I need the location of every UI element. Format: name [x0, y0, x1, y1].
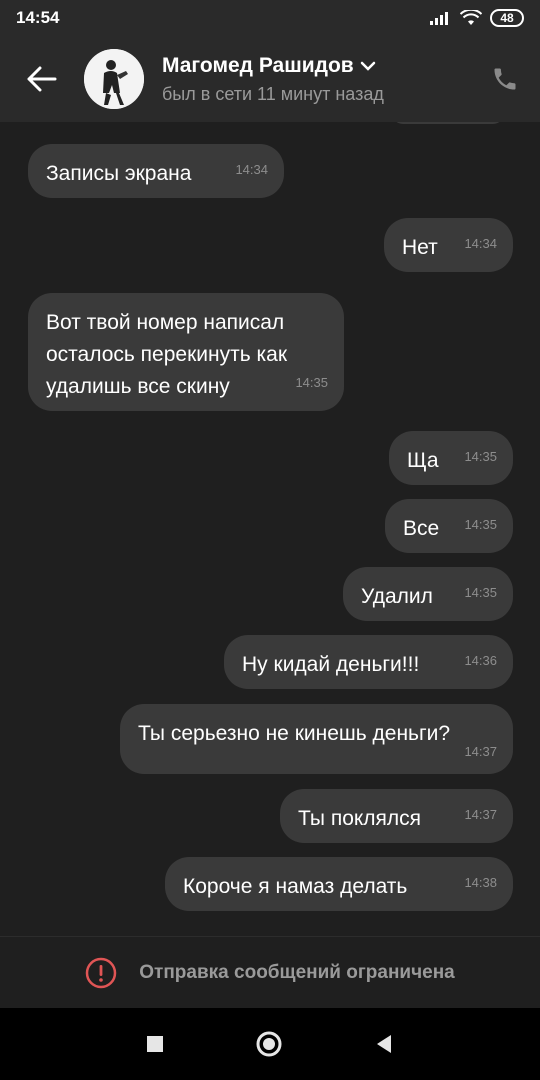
- message-bubble-outgoing[interactable]: Ты серьезно не кинешь деньги? 14:37: [120, 704, 513, 774]
- call-button[interactable]: [488, 62, 522, 96]
- status-bar: 14:54 48: [0, 0, 540, 36]
- message-bubble-outgoing[interactable]: Удалил 14:35: [343, 567, 513, 621]
- avatar-image-icon: [84, 49, 144, 109]
- message-bubble-outgoing[interactable]: Короче я намаз делать 14:38: [165, 857, 513, 911]
- status-icons: 48: [430, 9, 524, 27]
- back-nav-icon[interactable]: [373, 1033, 395, 1055]
- message-text: Короче я намаз делать: [183, 875, 408, 898]
- message-time: 14:35: [464, 517, 497, 532]
- back-button[interactable]: [12, 49, 72, 109]
- contact-name: Магомед Рашидов: [162, 53, 354, 77]
- battery-indicator: 48: [490, 9, 524, 27]
- message-time: 14:35: [295, 375, 328, 390]
- message-bubble-incoming[interactable]: Вот твой номер написал осталось перекину…: [28, 293, 344, 411]
- wifi-icon: [460, 10, 482, 25]
- message-bubble-partial: [392, 122, 504, 124]
- message-time: 14:34: [235, 162, 268, 177]
- chevron-down-icon[interactable]: [360, 61, 376, 71]
- message-bubble-incoming[interactable]: Записы экрана 14:34: [28, 144, 284, 198]
- message-list[interactable]: Записы экрана 14:34 Нет 14:34 Вот твой н…: [0, 122, 540, 936]
- system-navigation-bar: [0, 1008, 540, 1080]
- message-text: Ты серьезно не кинешь деньги?: [138, 722, 451, 745]
- message-time: 14:35: [464, 449, 497, 464]
- message-time: 14:37: [464, 744, 497, 759]
- message-time: 14:36: [464, 653, 497, 668]
- message-text: Ну кидай деньги!!!: [242, 653, 420, 676]
- phone-icon: [494, 68, 516, 90]
- message-bubble-outgoing[interactable]: Ну кидай деньги!!! 14:36: [224, 635, 513, 689]
- arrow-left-icon: [27, 66, 57, 92]
- restricted-label: Отправка сообщений ограничена: [139, 961, 455, 983]
- message-time: 14:34: [464, 236, 497, 251]
- message-bubble-outgoing[interactable]: Ща 14:35: [389, 431, 513, 485]
- avatar[interactable]: [84, 49, 144, 109]
- chat-header: Магомед Рашидов был в сети 11 минут наза…: [0, 36, 540, 122]
- messaging-restricted-bar: Отправка сообщений ограничена: [0, 936, 540, 1008]
- message-time: 14:37: [464, 807, 497, 822]
- message-bubble-outgoing[interactable]: Ты поклялся 14:37: [280, 789, 513, 843]
- message-bubble-outgoing[interactable]: Нет 14:34: [384, 218, 513, 272]
- message-bubble-outgoing[interactable]: Все 14:35: [385, 499, 513, 553]
- message-time: 14:38: [464, 875, 497, 890]
- message-text: Записы экрана: [46, 162, 192, 185]
- recents-icon[interactable]: [145, 1034, 165, 1054]
- warning-icon: [86, 957, 117, 988]
- message-time: 14:35: [464, 585, 497, 600]
- signal-icon: [430, 12, 448, 25]
- message-text: Вот твой номер написал осталось перекину…: [46, 311, 288, 398]
- contact-last-seen: был в сети 11 минут назад: [162, 83, 384, 104]
- contact-name-row: Магомед Рашидов: [162, 54, 384, 78]
- home-icon[interactable]: [255, 1030, 283, 1058]
- contact-info[interactable]: Магомед Рашидов был в сети 11 минут наза…: [162, 54, 384, 105]
- status-time: 14:54: [16, 8, 60, 27]
